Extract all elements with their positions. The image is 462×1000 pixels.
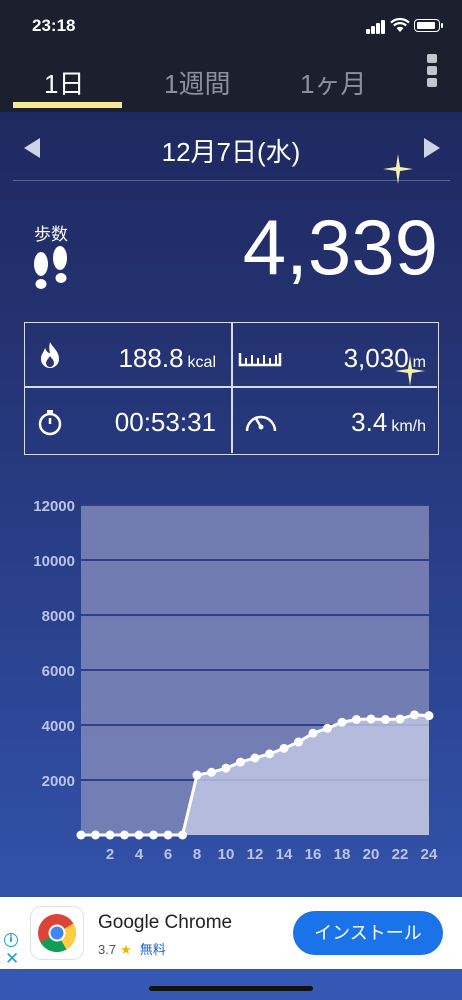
chart-data-point (381, 715, 390, 724)
speedometer-icon (245, 415, 277, 432)
chart-y-tick-label: 6000 (42, 663, 75, 680)
steps-count: 4,339 (242, 203, 438, 291)
wifi-icon (390, 17, 410, 32)
chart-data-point (308, 728, 318, 738)
chart-data-point (91, 830, 100, 840)
chart-data-point (323, 723, 332, 733)
footprints-icon (34, 246, 67, 289)
ad-banner[interactable]: i ✕ Google Chrome 3.7 ★ 無料 インストール (0, 897, 462, 969)
chart-data-point (207, 767, 216, 777)
ad-title: Google Chrome (98, 912, 233, 933)
home-indicator[interactable] (149, 986, 313, 991)
chart-x-tick-label: 16 (305, 846, 322, 863)
chart-data-point (236, 757, 245, 767)
chart-x-tick-label: 12 (247, 846, 264, 863)
calories-stat: 188.8 kcal (118, 343, 216, 374)
chart-data-point (163, 830, 173, 840)
chart-data-point (178, 830, 187, 840)
chart-data-point (366, 714, 376, 724)
active-tab-indicator (13, 102, 122, 108)
more-menu-icon[interactable] (427, 54, 439, 90)
chart-x-tick-label: 22 (392, 846, 409, 863)
star-icon: ★ (120, 942, 132, 957)
chrome-logo-icon (31, 907, 83, 959)
cellular-signal-icon (366, 20, 386, 34)
chart-data-point (192, 770, 202, 780)
home-indicator-area (0, 969, 462, 1000)
chart-data-point (149, 830, 158, 840)
calories-value: 188.8 (118, 343, 184, 373)
chart-data-point (250, 753, 260, 763)
chart-x-tick-label: 20 (363, 846, 380, 863)
speed-stat: 3.4 km/h (351, 407, 426, 438)
chart-x-tick-label: 14 (276, 846, 293, 863)
chart-x-tick-label: 18 (334, 846, 351, 863)
chart-data-point (105, 830, 115, 840)
calories-unit: kcal (187, 354, 216, 371)
duration-value: 00:53:31 (114, 407, 216, 437)
flame-icon (41, 342, 59, 368)
status-time: 23:18 (32, 16, 76, 35)
speed-unit: km/h (391, 418, 426, 435)
chart-data-point (294, 737, 303, 747)
chart-data-point (221, 763, 231, 773)
chart-x-tick-label: 4 (135, 846, 144, 863)
ruler-icon (238, 353, 282, 367)
tab-day[interactable]: 1日 (44, 64, 84, 101)
battery-icon (414, 19, 443, 32)
ad-price: 無料 (139, 942, 166, 957)
stopwatch-icon (38, 410, 62, 436)
chart-x-tick-label: 6 (164, 846, 172, 863)
chart-x-tick-label: 2 (106, 846, 114, 863)
status-bar: 23:18 (0, 0, 462, 50)
chart-data-point (265, 749, 274, 759)
stats-grid: 188.8 kcal 3,030 m 00:53:31 3.4 km/h (24, 322, 439, 455)
chart-data-point (279, 743, 289, 753)
chart-data-point (352, 715, 361, 724)
chart-y-tick-label: 8000 (42, 608, 75, 625)
chart-y-tick-label: 2000 (42, 773, 75, 790)
sparkle-icon (383, 154, 413, 184)
chart-data-point (120, 830, 129, 840)
chart-x-tick-label: 24 (421, 846, 438, 863)
chart-x-tick-label: 10 (218, 846, 235, 863)
speed-value: 3.4 (351, 407, 388, 437)
chart-data-point (424, 711, 434, 721)
hourly-steps-chart: 200040006000800010000120002 4 6 8 10 12 14 16 18… (33, 498, 438, 863)
tab-month[interactable]: 1ヶ月 (300, 64, 366, 101)
chart-y-tick-label: 10000 (33, 553, 75, 570)
chart-data-point (410, 710, 419, 720)
chart-x-tick-label: 8 (193, 846, 201, 863)
tab-week[interactable]: 1週間 (164, 64, 230, 101)
sparkle-icon (395, 356, 425, 386)
chart-data-point (134, 830, 144, 840)
chart-data-point (395, 714, 405, 724)
steps-label: 歩数 (34, 225, 68, 245)
chart-data-point (337, 717, 347, 727)
ad-info-icon[interactable]: i (4, 933, 18, 947)
install-button[interactable]: インストール (293, 911, 443, 955)
chart-data-point (76, 830, 86, 840)
next-day-button[interactable] (424, 138, 440, 158)
ad-rating-row: 3.7 ★ 無料 (98, 939, 166, 958)
ad-close-icon[interactable]: ✕ (5, 949, 19, 969)
chart-y-tick-label: 12000 (33, 498, 75, 515)
ad-rating: 3.7 (98, 942, 117, 957)
chart-y-tick-label: 4000 (42, 718, 75, 735)
period-tabs: 1日 1週間 1ヶ月 (0, 50, 462, 112)
